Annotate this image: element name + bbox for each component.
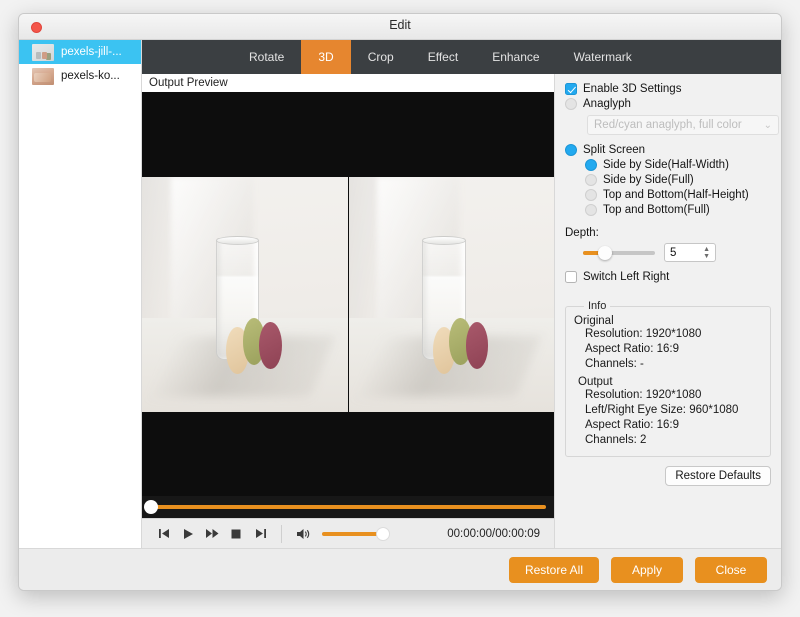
tab-bar: Rotate 3D Crop Effect Enhance Watermark	[142, 40, 781, 74]
depth-slider[interactable]	[583, 245, 655, 260]
split-screen-radio[interactable]	[565, 144, 577, 156]
fast-forward-icon[interactable]	[200, 522, 224, 546]
info-output-eye-size: Left/Right Eye Size: 960*1080	[585, 404, 739, 416]
time-display: 00:00:00/00:00:09	[447, 527, 540, 540]
settings-panel: Enable 3D Settings Anaglyph Red/cyan ana…	[555, 74, 781, 548]
preview-column: Output Preview 00:00:00/00:00:09	[142, 74, 555, 548]
info-output-resolution: Resolution: 1920*1080	[585, 389, 702, 401]
split-option-label: Top and Bottom(Full)	[603, 204, 710, 216]
info-original-channels: Channels: -	[585, 358, 644, 370]
content-area: Output Preview 00:00:00/00:00:09 Enable …	[142, 74, 781, 548]
file-thumbnail-icon	[32, 67, 54, 85]
page-title: Edit	[389, 18, 411, 32]
volume-slider[interactable]	[322, 526, 390, 541]
split-screen-row[interactable]: Split Screen	[565, 144, 771, 156]
tab-effect[interactable]: Effect	[411, 40, 475, 74]
info-original-head: Original	[574, 315, 614, 327]
toolbar-divider	[281, 524, 282, 543]
title-bar: Edit	[19, 14, 781, 40]
switch-left-right-row[interactable]: Switch Left Right	[565, 271, 771, 283]
restore-defaults-button[interactable]: Restore Defaults	[665, 466, 771, 486]
depth-control-row: 5 ▲ ▼	[583, 243, 771, 262]
seek-slider[interactable]	[144, 500, 546, 514]
file-name-label: pexels-jill-...	[61, 46, 122, 58]
split-option-label: Side by Side(Full)	[603, 174, 694, 186]
seek-bar-container	[142, 496, 554, 518]
output-preview-label: Output Preview	[142, 74, 554, 92]
restore-defaults-wrap: Restore Defaults	[565, 466, 771, 486]
split-option-label: Side by Side(Half-Width)	[603, 159, 729, 171]
anaglyph-radio[interactable]	[565, 98, 577, 110]
close-button[interactable]: Close	[695, 556, 767, 583]
split-option-radio-top-and-bottom-half-height[interactable]	[585, 189, 597, 201]
play-icon[interactable]	[176, 522, 200, 546]
split-option-radio-side-by-side-full[interactable]	[585, 174, 597, 186]
list-item[interactable]: pexels-ko...	[19, 64, 141, 88]
depth-stepper[interactable]: 5 ▲ ▼	[664, 243, 716, 262]
switch-left-right-checkbox[interactable]	[565, 271, 577, 283]
tab-enhance[interactable]: Enhance	[475, 40, 556, 74]
tab-3d[interactable]: 3D	[301, 40, 351, 74]
file-name-label: pexels-ko...	[61, 70, 120, 82]
chevron-down-icon: ⌄	[763, 119, 772, 131]
tab-watermark[interactable]: Watermark	[557, 40, 649, 74]
info-output-head: Output	[578, 376, 613, 388]
info-legend: Info	[584, 300, 611, 312]
depth-label: Depth:	[565, 227, 599, 239]
main-area: Rotate 3D Crop Effect Enhance Watermark …	[142, 40, 781, 548]
tab-crop[interactable]: Crop	[351, 40, 411, 74]
split-option-row-2[interactable]: Top and Bottom(Half-Height)	[585, 189, 771, 201]
stereo-pair	[142, 176, 554, 412]
left-eye-image	[142, 176, 348, 412]
split-option-radio-top-and-bottom-full[interactable]	[585, 204, 597, 216]
info-output-channels: Channels: 2	[585, 434, 647, 446]
info-original-resolution: Resolution: 1920*1080	[585, 328, 702, 340]
edit-window: Edit pexels-jill-... pexels-ko... Rotate…	[18, 13, 782, 591]
split-option-radio-side-by-side-half-width[interactable]	[585, 159, 597, 171]
split-screen-label: Split Screen	[583, 144, 646, 156]
list-item[interactable]: pexels-jill-...	[19, 40, 141, 64]
anaglyph-label: Anaglyph	[583, 98, 631, 110]
file-list-sidebar: pexels-jill-... pexels-ko...	[19, 40, 142, 548]
enable-3d-checkbox[interactable]	[565, 83, 577, 95]
anaglyph-type-select[interactable]: Red/cyan anaglyph, full color ⌄	[587, 115, 779, 135]
transport-bar: 00:00:00/00:00:09	[142, 518, 554, 548]
previous-icon[interactable]	[152, 522, 176, 546]
enable-3d-label: Enable 3D Settings	[583, 83, 682, 95]
file-thumbnail-icon	[32, 43, 54, 61]
split-option-row-1[interactable]: Side by Side(Full)	[585, 174, 771, 186]
split-option-label: Top and Bottom(Half-Height)	[603, 189, 749, 201]
seek-thumb[interactable]	[144, 500, 158, 514]
video-preview[interactable]	[142, 92, 554, 496]
info-group: Info Original Resolution: 1920*1080 Aspe…	[565, 300, 771, 457]
anaglyph-select-value: Red/cyan anaglyph, full color	[594, 119, 742, 131]
speaker-icon[interactable]	[291, 522, 315, 546]
info-output-aspect-ratio: Aspect Ratio: 16:9	[585, 419, 679, 431]
window-body: pexels-jill-... pexels-ko... Rotate 3D C…	[19, 40, 781, 548]
next-icon[interactable]	[248, 522, 272, 546]
stepper-arrows-icon[interactable]: ▲ ▼	[703, 246, 710, 260]
stop-icon[interactable]	[224, 522, 248, 546]
depth-value: 5	[670, 246, 677, 259]
tab-rotate[interactable]: Rotate	[232, 40, 301, 74]
switch-left-right-label: Switch Left Right	[583, 271, 670, 283]
split-option-row-3[interactable]: Top and Bottom(Full)	[585, 204, 771, 216]
right-eye-image	[347, 176, 554, 412]
anaglyph-row[interactable]: Anaglyph	[565, 98, 771, 110]
depth-slider-thumb[interactable]	[598, 245, 612, 260]
enable-3d-row[interactable]: Enable 3D Settings	[565, 83, 771, 95]
restore-all-button[interactable]: Restore All	[508, 556, 599, 583]
footer-bar: Restore All Apply Close	[19, 548, 781, 590]
volume-thumb[interactable]	[376, 526, 390, 541]
info-original-aspect-ratio: Aspect Ratio: 16:9	[585, 343, 679, 355]
apply-button[interactable]: Apply	[611, 556, 683, 583]
split-option-row-0[interactable]: Side by Side(Half-Width)	[585, 159, 771, 171]
